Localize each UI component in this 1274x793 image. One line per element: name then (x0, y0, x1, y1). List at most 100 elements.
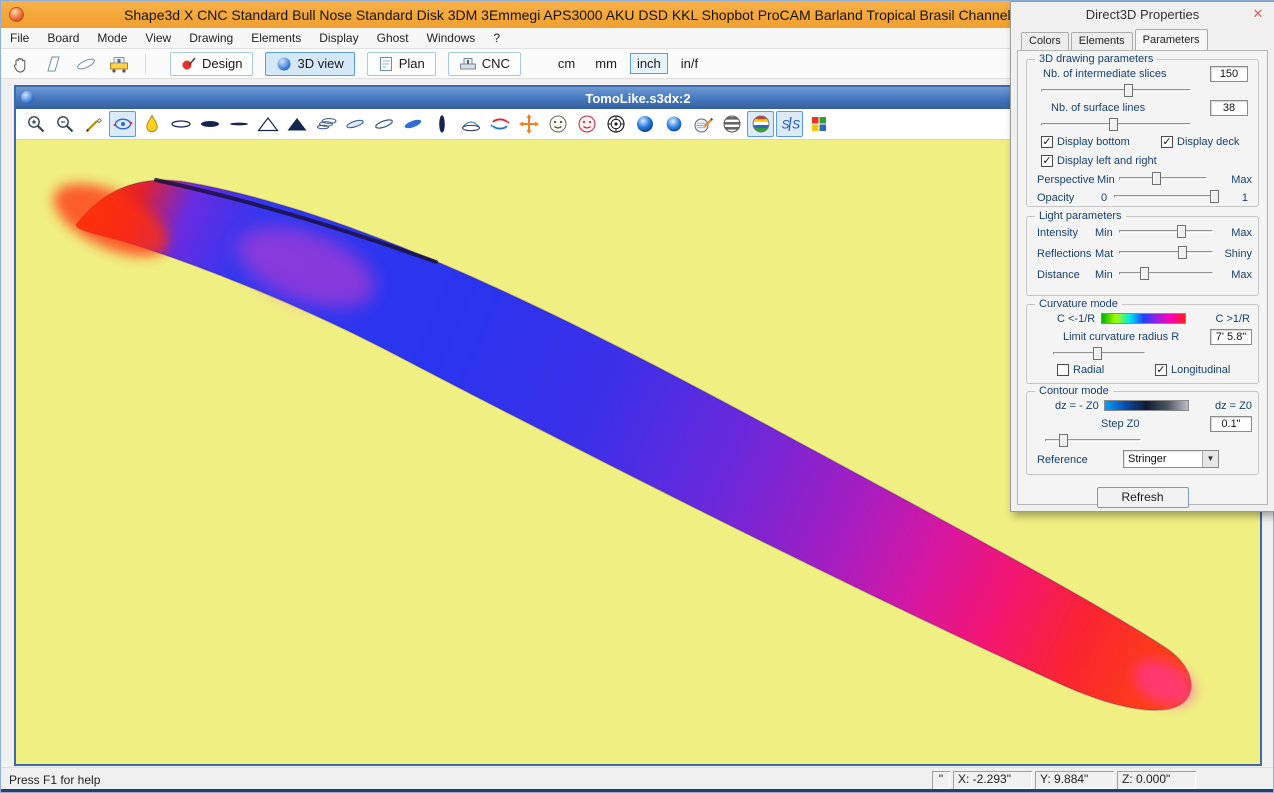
step-z0-field[interactable]: 0.1" (1210, 416, 1252, 432)
menu-file[interactable]: File (1, 28, 38, 48)
tab-elements[interactable]: Elements (1071, 32, 1133, 50)
curvature-slider[interactable] (1053, 347, 1145, 360)
slice-single-icon[interactable] (341, 111, 368, 137)
status-coordinates: " X: -2.293" Y: 9.884" Z: 0.000" (929, 771, 1196, 789)
reflections-slider[interactable] (1119, 246, 1213, 259)
display-bottom-checkbox[interactable]: Display bottom (1041, 136, 1130, 148)
rotate-axes-icon[interactable] (486, 111, 513, 137)
contour-slider[interactable] (1045, 434, 1141, 447)
unit-cm[interactable]: cm (551, 53, 582, 74)
surface-lines-slider[interactable] (1041, 118, 1191, 131)
checkbox-label: Radial (1073, 364, 1104, 376)
slice-stack-icon[interactable] (312, 111, 339, 137)
checkbox-label: Display bottom (1057, 136, 1130, 148)
group-3d-drawing-parameters: 3D drawing parameters Nb. of intermediat… (1026, 59, 1259, 207)
display-deck-checkbox[interactable]: Display deck (1161, 136, 1239, 148)
intensity-slider[interactable] (1119, 225, 1213, 238)
menu-ghost[interactable]: Ghost (368, 28, 418, 48)
board-open-icon[interactable] (72, 51, 100, 76)
board-new-icon[interactable] (39, 51, 67, 76)
unit-inf[interactable]: in/f (674, 53, 705, 74)
panel-title-bar[interactable]: Direct3D Properties ✕ (1011, 2, 1274, 27)
board-filled-icon[interactable] (196, 111, 223, 137)
ball-blue-icon[interactable] (631, 111, 658, 137)
group-title: Curvature mode (1035, 298, 1122, 310)
color-grid-icon[interactable] (805, 111, 832, 137)
checkbox-box (1041, 136, 1053, 148)
close-icon[interactable]: ✕ (1249, 5, 1267, 23)
smiley-red-icon[interactable] (573, 111, 600, 137)
curvature-gradient-bar (1101, 313, 1186, 324)
panel-title: Direct3D Properties (1086, 7, 1199, 22)
board-arc-icon[interactable] (457, 111, 484, 137)
curvature-radius-label: Limit curvature radius R (1063, 331, 1179, 343)
s-slash-s-icon[interactable]: SS (776, 111, 803, 137)
ball-rainbow-icon[interactable] (747, 111, 774, 137)
contour-left-label: dz = - Z0 (1055, 400, 1099, 412)
cnc-button[interactable]: CNC (448, 52, 521, 76)
checkbox-label: Display left and right (1057, 155, 1157, 167)
board-3d-filled-icon[interactable] (399, 111, 426, 137)
menu-display[interactable]: Display (310, 28, 367, 48)
curvature-right-label: C >1/R (1215, 313, 1250, 325)
curvature-radius-field[interactable]: 7' 5.8" (1210, 329, 1252, 345)
triangle-filled-icon[interactable] (283, 111, 310, 137)
menu-drawing[interactable]: Drawing (180, 28, 242, 48)
status-z-cell: Z: 0.000" (1117, 771, 1196, 789)
distance-slider[interactable] (1119, 267, 1213, 280)
smiley-icon[interactable] (544, 111, 571, 137)
disk-pencil-icon[interactable] (689, 111, 716, 137)
board-profile-icon[interactable] (225, 111, 252, 137)
menu-mode[interactable]: Mode (88, 28, 136, 48)
pan-hand-icon[interactable] (6, 51, 34, 76)
menu-elements[interactable]: Elements (242, 28, 310, 48)
triangle-outline-icon[interactable] (254, 111, 281, 137)
zoom-out-icon[interactable] (51, 111, 78, 137)
longitudinal-checkbox[interactable]: Longitudinal (1155, 364, 1230, 376)
display-left-right-checkbox[interactable]: Display left and right (1041, 155, 1157, 167)
window-title: Shape3d X CNC Standard Bull Nose Standar… (124, 7, 1059, 23)
tab-parameters[interactable]: Parameters (1135, 29, 1208, 50)
surface-lines-field[interactable]: 38 (1210, 100, 1248, 116)
slices-slider[interactable] (1041, 84, 1191, 97)
menu-board[interactable]: Board (38, 28, 88, 48)
checkbox-box (1155, 364, 1167, 376)
color-drop-icon[interactable] (138, 111, 165, 137)
board-outline-icon[interactable] (167, 111, 194, 137)
intensity-min-label: Min (1095, 227, 1113, 239)
slices-field[interactable]: 150 (1210, 66, 1248, 82)
3d-view-button[interactable]: 3D view (265, 52, 354, 76)
menu-windows[interactable]: Windows (418, 28, 485, 48)
reference-dropdown[interactable]: Stringer ▼ (1123, 450, 1219, 468)
intensity-label: Intensity (1037, 227, 1078, 239)
tab-colors[interactable]: Colors (1021, 32, 1069, 50)
reference-value: Stringer (1124, 451, 1202, 467)
plan-button[interactable]: Plan (367, 52, 436, 76)
perspective-min-label: Min (1097, 174, 1115, 186)
refresh-button[interactable]: Refresh (1097, 487, 1189, 508)
ball-blue-2-icon[interactable] (660, 111, 687, 137)
menu-view[interactable]: View (136, 28, 180, 48)
menu-help[interactable]: ? (484, 28, 509, 48)
status-unit-cell: " (932, 771, 950, 789)
move-axes-icon[interactable] (515, 111, 542, 137)
ball-striped-icon[interactable] (718, 111, 745, 137)
contour-gradient-bar (1104, 400, 1189, 411)
board-vertical-icon[interactable] (428, 111, 455, 137)
measure-icon[interactable] (80, 111, 107, 137)
perspective-slider[interactable] (1119, 172, 1207, 185)
panel-body: 3D drawing parameters Nb. of intermediat… (1017, 50, 1268, 505)
status-y-cell: Y: 9.884" (1035, 771, 1114, 789)
radial-checkbox[interactable]: Radial (1057, 364, 1104, 376)
opacity-slider[interactable] (1114, 190, 1218, 203)
smiley-dark-icon[interactable] (602, 111, 629, 137)
unit-mm[interactable]: mm (588, 53, 624, 74)
design-button[interactable]: Design (170, 52, 253, 76)
rotate-3d-icon[interactable] (109, 111, 136, 137)
zoom-in-icon[interactable] (22, 111, 49, 137)
reflections-max-label: Shiny (1224, 248, 1252, 260)
unit-inch[interactable]: inch (630, 53, 668, 74)
board-3d-outline-icon[interactable] (370, 111, 397, 137)
cnc-machine-icon[interactable] (105, 51, 133, 76)
toolbar-mode-buttons: Design 3D view Plan CNC (158, 52, 521, 76)
